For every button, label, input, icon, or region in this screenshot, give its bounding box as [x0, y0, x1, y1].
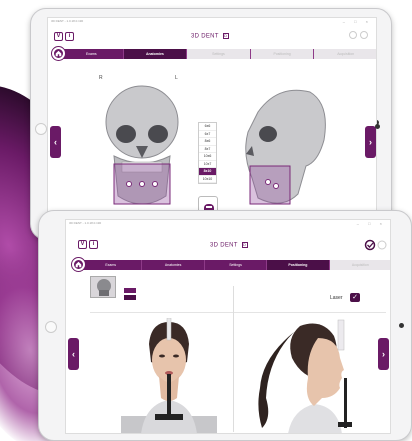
skull-thumbnail-icon [97, 279, 111, 296]
window-titlebar: 3D DENT - 1.0.18.0.190 – □ × [48, 18, 376, 26]
brand-text: 3D DENT [210, 242, 238, 249]
previous-arrow[interactable]: ‹ [68, 338, 79, 370]
previous-arrow[interactable]: ‹ [50, 126, 61, 158]
patient-lateral-view [258, 319, 352, 433]
home-button[interactable] [52, 47, 65, 60]
front-tablet: 3D DENT - 1.0.18.0.190 – □ × V i 3D DENT… [38, 210, 412, 441]
fov-option[interactable]: 8x7 [199, 146, 216, 153]
fov-option[interactable]: 6x7 [199, 131, 216, 138]
window-controls[interactable]: – □ × [343, 19, 372, 24]
info-button[interactable]: i [65, 32, 74, 41]
tablet-home-dot [375, 124, 380, 129]
fov-option[interactable]: 6x6 [199, 123, 216, 131]
skull-frontal-view[interactable] [96, 84, 188, 216]
content-divider [90, 312, 386, 313]
tab-settings[interactable]: Settings [187, 49, 251, 59]
fov-option[interactable]: 10x6 [199, 153, 216, 161]
pane-divider [233, 286, 234, 432]
next-arrow[interactable]: › [365, 126, 376, 158]
brand-text: 3D DENT [191, 33, 219, 40]
check-icon: ✓ [352, 294, 358, 301]
tablet-home-dot [399, 323, 404, 328]
fov-option[interactable]: 10x10 [199, 176, 216, 183]
tab-positioning[interactable]: Positioning [267, 260, 330, 270]
brand-icon: D [222, 33, 229, 39]
back-tablet: 3D DENT - 1.0.18.0.190 – □ × V i 3D DENT… [30, 8, 392, 240]
home-icon [75, 261, 82, 268]
view-button[interactable]: V [78, 240, 87, 249]
thumbnail-tag [124, 288, 136, 293]
next-arrow[interactable]: › [378, 338, 389, 370]
tab-exams[interactable]: Exams [60, 49, 124, 59]
tab-bar: Exams Anatomies Settings Positioning Acq… [60, 49, 376, 59]
window-title: 3D DENT - 1.0.18.0.190 [51, 19, 84, 23]
home-button[interactable] [72, 258, 85, 271]
front-screen: 3D DENT - 1.0.18.0.190 – □ × V i 3D DENT… [65, 219, 391, 434]
thumbnail-tag-selected [124, 295, 136, 300]
back-screen: 3D DENT - 1.0.18.0.190 – □ × V i 3D DENT… [47, 17, 377, 233]
home-icon [55, 50, 62, 57]
window-titlebar: 3D DENT - 1.0.18.0.190 – □ × [66, 220, 390, 228]
tab-anatomies[interactable]: Anatomies [142, 260, 205, 270]
tab-anatomies[interactable]: Anatomies [123, 49, 188, 59]
tablet-camera [45, 321, 57, 333]
brand-title: 3D DENT D [191, 33, 229, 40]
fov-option[interactable]: 10x7 [199, 161, 216, 168]
tab-exams[interactable]: Exams [80, 260, 143, 270]
laser-checkbox[interactable]: ✓ [350, 293, 360, 302]
fov-size-list[interactable]: 6x6 6x7 8x6 8x7 10x6 10x7 8x10 10x10 [198, 122, 217, 184]
skull-label-left: L [175, 75, 178, 81]
patient-frontal-view [121, 318, 217, 433]
tab-positioning[interactable]: Positioning [250, 49, 315, 59]
skull-label-right: R [99, 75, 103, 81]
anatomy-thumbnail[interactable] [90, 276, 116, 298]
settings-icon[interactable] [348, 30, 370, 40]
tab-acquisition[interactable]: Acquisition [329, 260, 390, 270]
marketing-composite: 3D DENT - 1.0.18.0.190 – □ × V i 3D DENT… [0, 0, 412, 441]
laser-label: Laser [330, 295, 343, 301]
window-title: 3D DENT - 1.0.18.0.190 [69, 221, 102, 225]
fov-option-selected[interactable]: 8x10 [199, 168, 216, 176]
tablet-camera [35, 123, 47, 135]
skull-lateral-view[interactable] [238, 82, 328, 212]
brand-icon: D [241, 242, 248, 248]
brand-title: 3D DENT D [210, 242, 248, 249]
fov-option[interactable]: 8x6 [199, 138, 216, 146]
tab-acquisition[interactable]: Acquisition [314, 49, 376, 59]
info-button[interactable]: i [89, 240, 98, 249]
view-button[interactable]: V [54, 32, 63, 41]
tab-bar: Exams Anatomies Settings Positioning Acq… [80, 260, 390, 270]
status-icons[interactable] [364, 239, 388, 251]
window-controls[interactable]: – □ × [357, 221, 386, 226]
tab-settings[interactable]: Settings [204, 260, 268, 270]
